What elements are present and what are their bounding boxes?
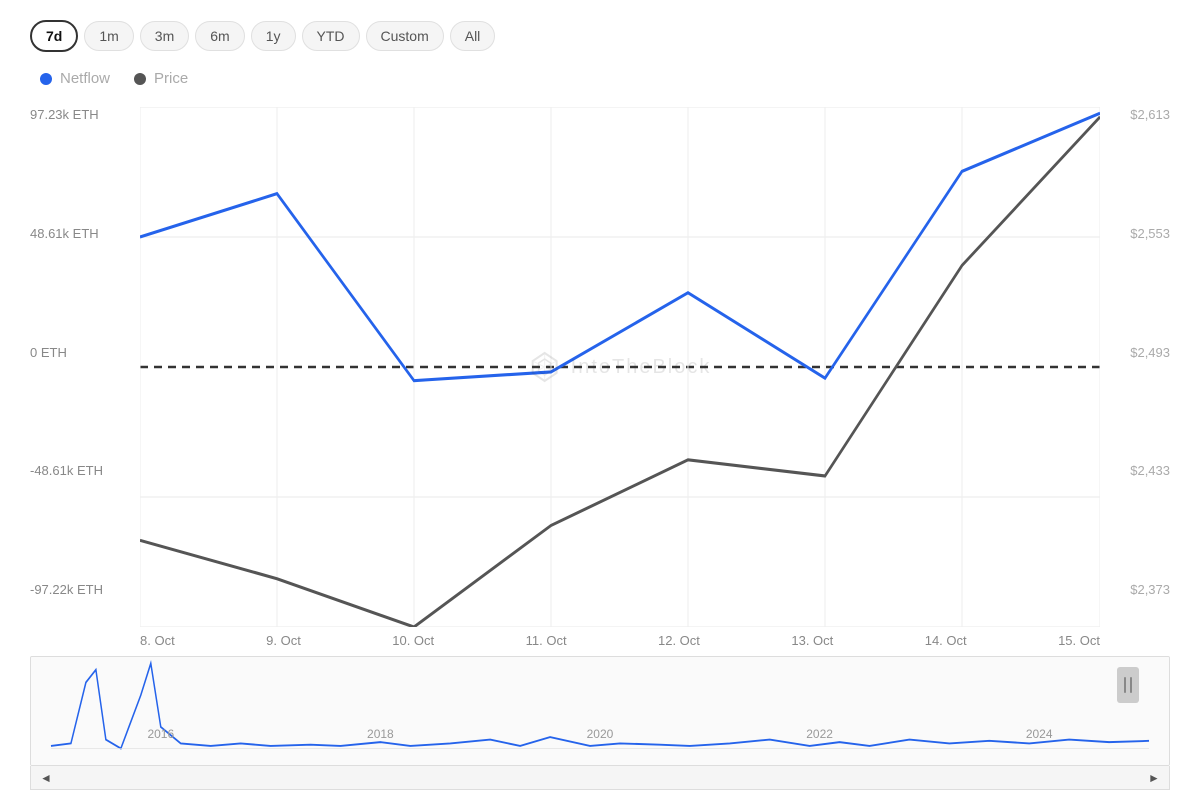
mini-chart-scroll-handle[interactable] (1117, 667, 1139, 703)
netflow-label: Netflow (60, 70, 110, 87)
x-label-5: 13. Oct (791, 633, 833, 648)
y-left-3: -48.61k ETH (30, 463, 130, 478)
y-right-2: $2,493 (1110, 345, 1170, 360)
filter-1y[interactable]: 1y (251, 21, 296, 51)
mini-chart[interactable]: 2016 2018 2020 2022 2024 (30, 656, 1170, 766)
netflow-dot (40, 73, 52, 85)
main-chart: 97.23k ETH 48.61k ETH 0 ETH -48.61k ETH … (30, 107, 1170, 627)
x-label-4: 12. Oct (658, 633, 700, 648)
legend-netflow: Netflow (40, 70, 110, 87)
y-left-4: -97.22k ETH (30, 582, 130, 597)
filter-7d[interactable]: 7d (30, 20, 78, 52)
prev-button[interactable]: ◄ (31, 766, 61, 790)
y-right-0: $2,613 (1110, 107, 1170, 122)
next-button[interactable]: ► (1139, 766, 1169, 790)
filter-ytd[interactable]: YTD (302, 21, 360, 51)
x-label-0: 8. Oct (140, 633, 175, 648)
y-right-3: $2,433 (1110, 463, 1170, 478)
x-label-1: 9. Oct (266, 633, 301, 648)
y-axis-right: $2,613 $2,553 $2,493 $2,433 $2,373 (1100, 107, 1170, 627)
filter-all[interactable]: All (450, 21, 496, 51)
time-filter-bar: 7d 1m 3m 6m 1y YTD Custom All (30, 20, 1170, 52)
chart-legend: Netflow Price (30, 70, 1170, 87)
y-left-1: 48.61k ETH (30, 226, 130, 241)
filter-6m[interactable]: 6m (195, 21, 244, 51)
filter-custom[interactable]: Custom (366, 21, 444, 51)
x-axis: 8. Oct 9. Oct 10. Oct 11. Oct 12. Oct 13… (140, 627, 1100, 648)
y-left-2: 0 ETH (30, 345, 130, 360)
y-right-1: $2,553 (1110, 226, 1170, 241)
filter-3m[interactable]: 3m (140, 21, 189, 51)
x-label-3: 11. Oct (526, 633, 567, 648)
y-axis-left: 97.23k ETH 48.61k ETH 0 ETH -48.61k ETH … (30, 107, 140, 627)
x-label-6: 14. Oct (925, 633, 967, 648)
y-left-0: 97.23k ETH (30, 107, 130, 122)
x-label-7: 15. Oct (1058, 633, 1100, 648)
price-label: Price (154, 70, 188, 87)
filter-1m[interactable]: 1m (84, 21, 133, 51)
y-right-4: $2,373 (1110, 582, 1170, 597)
legend-price: Price (134, 70, 188, 87)
price-dot (134, 73, 146, 85)
chart-svg-area: IntoTheBlock (140, 107, 1100, 627)
nav-bar: ◄ ► (30, 766, 1170, 790)
chart-area: 97.23k ETH 48.61k ETH 0 ETH -48.61k ETH … (30, 107, 1170, 790)
x-label-2: 10. Oct (392, 633, 434, 648)
